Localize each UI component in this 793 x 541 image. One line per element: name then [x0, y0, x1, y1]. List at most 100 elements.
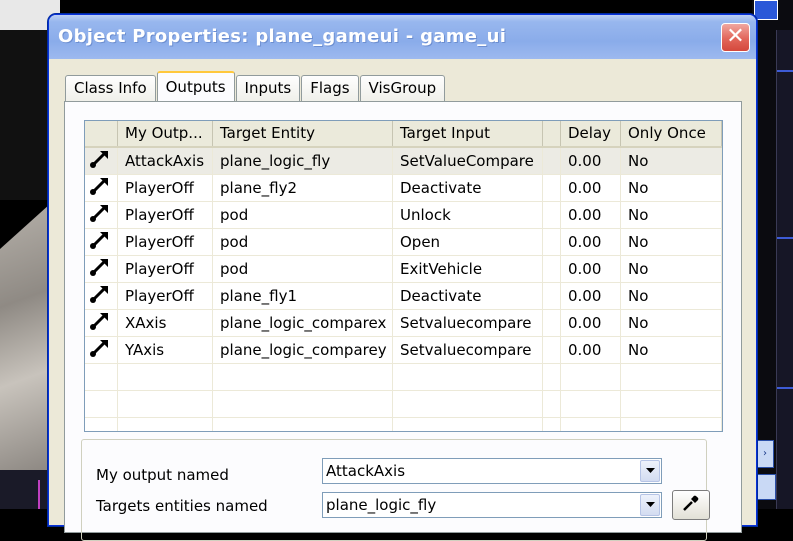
- column-header-my-output[interactable]: My Outp...: [118, 121, 213, 146]
- only-once-cell: No: [621, 283, 722, 309]
- output-row[interactable]: PlayerOff pod Unlock 0.00 No: [85, 202, 722, 229]
- output-connection-icon: [89, 202, 111, 228]
- delay-cell: 0.00: [561, 283, 621, 309]
- target-entity-cell: plane_fly2: [213, 175, 393, 201]
- output-connection-icon: [85, 337, 118, 363]
- viewport-blue-line: [777, 70, 793, 72]
- output-connection-icon: [89, 310, 111, 336]
- output-row[interactable]: PlayerOff pod ExitVehicle 0.00 No: [85, 256, 722, 283]
- output-row[interactable]: XAxis plane_logic_comparex Setvaluecompare…: [85, 310, 722, 337]
- column-header-icon[interactable]: [85, 121, 118, 146]
- delay-cell: 0.00: [561, 337, 621, 363]
- title-bar[interactable]: Object Properties: plane_gameui - game_u…: [49, 15, 756, 59]
- target-input-cell: Deactivate: [393, 283, 543, 309]
- target-input-cell: Unlock: [393, 202, 543, 228]
- column-header-target-input[interactable]: Target Input: [393, 121, 543, 146]
- output-row[interactable]: AttackAxis plane_logic_fly SetValueCompare…: [85, 148, 722, 175]
- output-connection-icon: [89, 229, 111, 255]
- target-entity-cell: pod: [213, 202, 393, 228]
- output-row[interactable]: PlayerOff plane_fly1 Deactivate 0.00 No: [85, 283, 722, 310]
- spacer-cell: [543, 229, 561, 255]
- output-name-select[interactable]: AttackAxis: [322, 458, 662, 484]
- output-connection-icon: [89, 337, 111, 363]
- pick-entity-button[interactable]: [672, 490, 710, 520]
- output-name-cell: PlayerOff: [118, 283, 213, 309]
- tab-flags[interactable]: Flags: [301, 75, 359, 101]
- output-connection-icon: [89, 256, 111, 282]
- output-connection-icon: [89, 148, 111, 174]
- target-entity-cell: pod: [213, 229, 393, 255]
- target-entity-label: Targets entities named: [96, 497, 268, 515]
- spacer-cell: [543, 175, 561, 201]
- empty-list-row: [85, 418, 722, 431]
- target-entity-select[interactable]: plane_logic_fly: [322, 492, 662, 518]
- delay-cell: 0.00: [561, 310, 621, 336]
- close-button[interactable]: ✕: [721, 23, 750, 52]
- delay-cell: 0.00: [561, 229, 621, 255]
- column-header-delay[interactable]: Delay: [561, 121, 621, 146]
- tab-bar: Class Info Outputs Inputs Flags VisGroup: [65, 71, 446, 102]
- delay-cell: 0.00: [561, 175, 621, 201]
- viewport-grid-line: [38, 480, 40, 509]
- output-name-cell: AttackAxis: [118, 148, 213, 174]
- target-input-cell: SetValueCompare: [393, 148, 543, 174]
- spacer-cell: [543, 256, 561, 282]
- only-once-cell: No: [621, 256, 722, 282]
- empty-list-row: [85, 391, 722, 418]
- viewport-dark-area: [0, 0, 48, 200]
- target-entity-cell: plane_logic_comparey: [213, 337, 393, 363]
- output-connection-icon: [85, 229, 118, 255]
- outputs-list[interactable]: My Outp... Target Entity Target Input De…: [84, 120, 723, 432]
- background-window-button[interactable]: [754, 0, 778, 20]
- output-name-cell: PlayerOff: [118, 175, 213, 201]
- spacer-cell: [543, 310, 561, 336]
- target-input-cell: Deactivate: [393, 175, 543, 201]
- background-scroll-button[interactable]: ›: [756, 440, 774, 468]
- tab-visgroup[interactable]: VisGroup: [359, 75, 446, 101]
- target-entity-value: plane_logic_fly: [326, 496, 437, 514]
- chevron-down-icon[interactable]: [640, 460, 660, 482]
- chevron-down-icon[interactable]: [640, 494, 660, 516]
- spacer-cell: [543, 148, 561, 174]
- close-icon: ✕: [726, 24, 745, 49]
- spacer-cell: [543, 283, 561, 309]
- target-entity-cell: pod: [213, 256, 393, 282]
- output-connection-icon: [85, 202, 118, 228]
- output-row[interactable]: PlayerOff plane_fly2 Deactivate 0.00 No: [85, 175, 722, 202]
- delay-cell: 0.00: [561, 148, 621, 174]
- column-header-only-once[interactable]: Only Once: [621, 121, 722, 146]
- column-header-spacer[interactable]: [543, 121, 561, 146]
- tab-class-info[interactable]: Class Info: [65, 75, 156, 101]
- only-once-cell: No: [621, 148, 722, 174]
- object-properties-dialog: Object Properties: plane_gameui - game_u…: [48, 14, 757, 541]
- only-once-cell: No: [621, 175, 722, 201]
- output-connection-icon: [89, 175, 111, 201]
- delay-cell: 0.00: [561, 202, 621, 228]
- list-body: AttackAxis plane_logic_fly SetValueCompare…: [85, 148, 722, 364]
- outputs-tab-panel: My Outp... Target Entity Target Input De…: [64, 101, 742, 541]
- output-row[interactable]: YAxis plane_logic_comparey Setvaluecompare…: [85, 337, 722, 364]
- only-once-cell: No: [621, 310, 722, 336]
- output-connection-icon: [85, 175, 118, 201]
- output-name-cell: PlayerOff: [118, 256, 213, 282]
- viewport-right-panel: [776, 30, 793, 509]
- empty-list-row: [85, 364, 722, 391]
- output-name-cell: YAxis: [118, 337, 213, 363]
- background-scroll-button[interactable]: [756, 474, 776, 500]
- only-once-cell: No: [621, 202, 722, 228]
- column-header-target-entity[interactable]: Target Entity: [213, 121, 393, 146]
- output-connection-icon: [85, 310, 118, 336]
- eyedropper-icon: [681, 493, 701, 517]
- output-connection-icon: [85, 256, 118, 282]
- target-input-cell: Open: [393, 229, 543, 255]
- delay-cell: 0.00: [561, 256, 621, 282]
- tab-inputs[interactable]: Inputs: [235, 75, 301, 101]
- tab-outputs[interactable]: Outputs: [156, 71, 235, 102]
- only-once-cell: No: [621, 229, 722, 255]
- output-row[interactable]: PlayerOff pod Open 0.00 No: [85, 229, 722, 256]
- spacer-cell: [543, 202, 561, 228]
- list-header: My Outp... Target Entity Target Input De…: [85, 121, 722, 148]
- only-once-cell: No: [621, 337, 722, 363]
- output-name-cell: XAxis: [118, 310, 213, 336]
- output-name-cell: PlayerOff: [118, 202, 213, 228]
